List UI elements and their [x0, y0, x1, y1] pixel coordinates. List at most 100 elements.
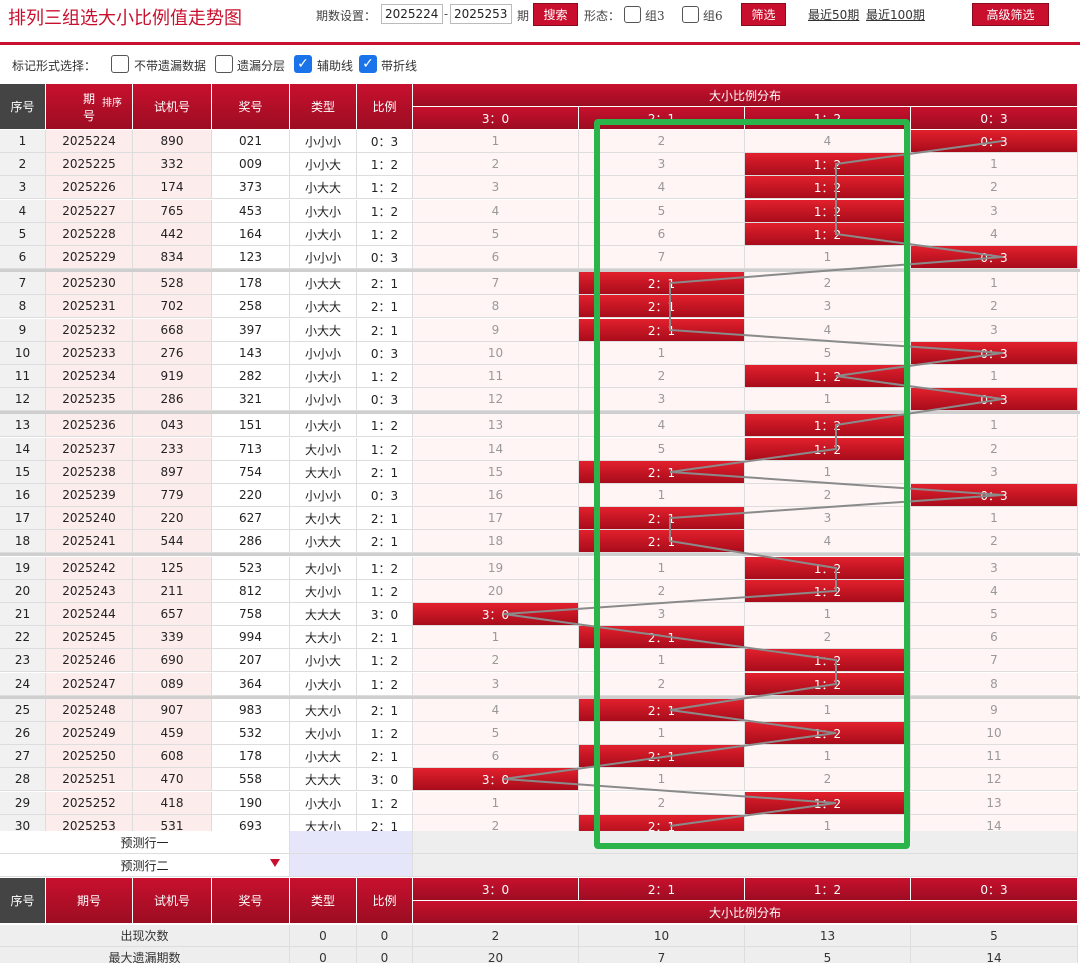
row-trial: 211	[133, 580, 212, 603]
stat-appear-value: 10	[579, 925, 745, 947]
row-type: 小大大	[290, 745, 357, 768]
row-type: 小大小	[290, 792, 357, 815]
row-trial: 528	[133, 272, 212, 295]
stat-maxmiss-value: 0	[357, 947, 413, 963]
miss-cell: 1	[579, 768, 745, 791]
col-header-distribution: 大小比例分布	[413, 84, 1078, 107]
recent50-link[interactable]: 最近50期	[808, 6, 859, 23]
row-index: 12	[0, 388, 46, 411]
polyline-checkbox[interactable]: ✓	[359, 55, 377, 73]
miss-cell: 2	[745, 626, 911, 649]
miss-cell: 2	[911, 295, 1078, 318]
guide-line-checkbox[interactable]: ✓	[294, 55, 312, 73]
row-ratio: 1：2	[357, 673, 413, 696]
miss-cell: 3	[579, 603, 745, 626]
miss-cell: 2	[579, 130, 745, 153]
row-period: 2025247	[46, 673, 133, 696]
row-period: 2025224	[46, 130, 133, 153]
hit-cell: 1：2	[745, 365, 911, 388]
row-period: 2025232	[46, 319, 133, 342]
miss-cell: 1	[413, 130, 579, 153]
miss-cell: 2	[745, 272, 911, 295]
row-prize: 627	[212, 507, 290, 530]
start-period-input[interactable]: 2025224	[381, 4, 443, 24]
end-period-input[interactable]: 2025253	[450, 4, 512, 24]
sort-icon[interactable]: 排序	[102, 94, 122, 109]
group-separator	[0, 553, 1080, 556]
guide-line-label: 辅助线	[317, 59, 354, 73]
row-ratio: 1：2	[357, 176, 413, 199]
miss-cell: 12	[413, 388, 579, 411]
no-miss-data-checkbox[interactable]	[111, 55, 129, 73]
hit-cell: 0：3	[911, 342, 1078, 365]
arrow-down-icon[interactable]	[270, 859, 280, 867]
row-trial: 276	[133, 342, 212, 365]
miss-cell: 8	[911, 673, 1078, 696]
recent100-link[interactable]: 最近100期	[866, 6, 925, 23]
stat-maxmiss-value: 7	[579, 947, 745, 963]
row-prize: 364	[212, 673, 290, 696]
miss-layer-label: 遗漏分层	[237, 59, 286, 73]
group6-checkbox[interactable]	[682, 6, 699, 23]
miss-cell: 1	[911, 272, 1078, 295]
row-prize: 151	[212, 414, 290, 437]
row-type: 大大小	[290, 461, 357, 484]
hit-cell: 2：1	[579, 319, 745, 342]
row-period: 2025248	[46, 699, 133, 722]
period-dash: -	[444, 7, 449, 21]
predict-row-2-area[interactable]	[413, 854, 1078, 877]
hit-cell: 2：1	[579, 295, 745, 318]
miss-cell: 2	[911, 176, 1078, 199]
miss-layer-checkbox[interactable]	[215, 55, 233, 73]
group3-checkbox[interactable]	[624, 6, 641, 23]
miss-cell: 13	[413, 414, 579, 437]
hit-cell: 3：0	[413, 603, 579, 626]
row-index: 4	[0, 200, 46, 223]
row-prize: 523	[212, 557, 290, 580]
miss-cell: 15	[413, 461, 579, 484]
row-period: 2025235	[46, 388, 133, 411]
miss-cell: 4	[745, 530, 911, 553]
row-ratio: 2：1	[357, 295, 413, 318]
row-ratio: 0：3	[357, 484, 413, 507]
row-trial: 890	[133, 130, 212, 153]
col-header-ratio-0: 3：0	[413, 107, 579, 130]
filter-button[interactable]: 筛选	[741, 3, 786, 26]
miss-cell: 7	[413, 272, 579, 295]
advanced-filter-button[interactable]: 高级筛选	[972, 3, 1049, 26]
row-prize: 164	[212, 223, 290, 246]
row-trial: 897	[133, 461, 212, 484]
row-trial: 125	[133, 557, 212, 580]
miss-cell: 4	[413, 200, 579, 223]
row-period: 2025233	[46, 342, 133, 365]
col-header-ratio-1: 2：1	[579, 107, 745, 130]
row-trial: 442	[133, 223, 212, 246]
miss-cell: 7	[911, 649, 1078, 672]
predict-row-1-input[interactable]	[290, 831, 413, 854]
row-trial: 657	[133, 603, 212, 626]
row-prize: 220	[212, 484, 290, 507]
row-period: 2025240	[46, 507, 133, 530]
miss-cell: 2	[911, 438, 1078, 461]
miss-cell: 18	[413, 530, 579, 553]
row-type: 大小小	[290, 557, 357, 580]
row-ratio: 2：1	[357, 530, 413, 553]
search-button[interactable]: 搜索	[533, 3, 578, 26]
row-period: 2025251	[46, 768, 133, 791]
miss-cell: 20	[413, 580, 579, 603]
predict-row-1-area[interactable]	[413, 831, 1078, 854]
miss-cell: 2	[579, 792, 745, 815]
hit-cell: 1：2	[745, 200, 911, 223]
row-prize: 258	[212, 295, 290, 318]
predict-row-2-input[interactable]	[290, 854, 413, 877]
col-header-period[interactable]: 期号排序	[46, 84, 133, 130]
row-ratio: 2：1	[357, 461, 413, 484]
miss-cell: 16	[413, 484, 579, 507]
row-prize: 207	[212, 649, 290, 672]
miss-cell: 4	[413, 699, 579, 722]
row-prize: 558	[212, 768, 290, 791]
row-ratio: 1：2	[357, 153, 413, 176]
miss-cell: 2	[745, 768, 911, 791]
col-header-period-b: 号	[82, 108, 95, 123]
marker-options-bar: 标记形式选择： 不带遗漏数据 遗漏分层 ✓ 辅助线 ✓ 带折线	[0, 52, 1080, 78]
